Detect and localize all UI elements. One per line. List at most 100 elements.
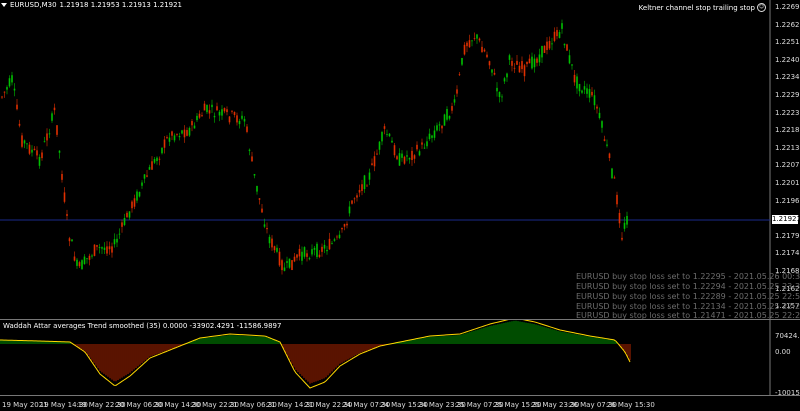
candle-body: [371, 163, 373, 165]
candle-body: [13, 88, 16, 91]
candle-body: [516, 60, 518, 65]
candle-body: [461, 57, 463, 65]
candle-body: [608, 153, 611, 159]
candle-body: [116, 238, 118, 243]
price-axis-label: 1.22075: [775, 161, 800, 170]
candle-body: [458, 74, 461, 76]
candle-body: [426, 141, 428, 147]
candle-body: [478, 38, 481, 41]
price-axis-label: 1.22345: [775, 73, 800, 82]
candle-body: [606, 144, 608, 146]
candle-body: [531, 56, 533, 69]
candle-body: [66, 214, 68, 216]
candle-body: [358, 190, 361, 193]
candle-body: [156, 157, 158, 162]
candle-body: [386, 134, 388, 136]
candle-body: [163, 139, 166, 148]
candle-body: [251, 156, 253, 162]
candle-body: [233, 111, 236, 115]
current-price-tag: 1.21921: [772, 215, 800, 224]
candle-body: [181, 130, 183, 134]
dropdown-triangle-icon[interactable]: [1, 3, 7, 7]
candle-body: [463, 44, 466, 55]
indicator-chart[interactable]: [0, 320, 800, 396]
candle-body: [403, 156, 406, 164]
candle-body: [306, 253, 308, 257]
candle-body: [56, 125, 58, 135]
candle-body: [408, 157, 411, 160]
candle-body: [253, 173, 256, 176]
candle-body: [353, 198, 356, 200]
candle-body: [481, 46, 483, 53]
candle-body: [556, 30, 558, 37]
candle-body: [213, 115, 216, 118]
candle-body: [63, 192, 66, 202]
candle-body: [321, 246, 323, 252]
candle-body: [523, 65, 526, 77]
candle-body: [188, 127, 191, 136]
price-axis-label: 1.22235: [775, 108, 800, 117]
candle-body: [88, 255, 91, 260]
candle-body: [286, 261, 288, 263]
candle-body: [368, 172, 371, 180]
candle-body: [346, 223, 348, 226]
candle-body: [281, 260, 283, 271]
price-axis-label: 1.22015: [775, 179, 800, 187]
candle-body: [526, 61, 528, 65]
candle-body: [581, 90, 583, 93]
candle-body: [236, 115, 238, 123]
candle-body: [118, 233, 121, 235]
candle-body: [543, 45, 546, 53]
candle-body: [438, 124, 441, 126]
candle-body: [333, 239, 336, 241]
candle-body: [486, 54, 488, 58]
log-line: EURUSD buy stop loss set to 1.22289 - 20…: [576, 292, 800, 301]
candle-body: [171, 131, 173, 136]
candle-body: [51, 113, 53, 121]
candle-body: [621, 237, 623, 240]
candle-body: [473, 38, 476, 39]
candle-body: [238, 121, 241, 125]
candle-body: [496, 87, 498, 92]
candle-body: [428, 133, 431, 140]
candle-body: [341, 227, 343, 230]
candle-body: [271, 238, 273, 248]
candle-body: [596, 106, 598, 109]
candle-body: [616, 194, 618, 205]
candle-body: [586, 88, 588, 94]
price-axis-label: 1.21965: [775, 196, 800, 205]
indicator-axis-top: 70424.782: [775, 332, 800, 340]
candle-body: [268, 236, 271, 244]
candle-body: [598, 112, 601, 119]
candle-body: [393, 145, 396, 156]
candle-body: [576, 76, 578, 89]
candle-body: [623, 222, 626, 229]
candle-body: [318, 254, 321, 257]
candle-body: [261, 208, 263, 213]
candle-body: [298, 248, 301, 257]
candle-body: [468, 40, 471, 48]
candle-body: [241, 115, 243, 119]
expert-advisor-label[interactable]: Keltner channel stop trailing stop ☺: [639, 3, 766, 12]
candle-body: [93, 244, 96, 256]
candle-body: [416, 144, 418, 150]
candle-body: [291, 260, 293, 270]
price-axis-label: 1.22515: [775, 38, 800, 47]
candle-body: [243, 118, 246, 122]
candle-body: [466, 42, 468, 47]
candle-body: [503, 78, 506, 82]
candle-body: [126, 212, 128, 218]
candle-body: [226, 109, 228, 113]
candle-body: [168, 137, 171, 142]
candle-body: [603, 139, 606, 141]
candle-body: [301, 251, 303, 261]
candle-body: [3, 91, 6, 93]
log-line: EURUSD buy stop loss set to 1.22134 - 20…: [576, 302, 800, 311]
price-axis-label: 1.22135: [775, 143, 800, 152]
candle-body: [446, 109, 448, 120]
candle-body: [186, 130, 188, 136]
candle-body: [521, 61, 523, 70]
candle-body: [6, 87, 8, 90]
price-axis-label: 1.22185: [775, 126, 800, 135]
candle-body: [26, 143, 28, 145]
